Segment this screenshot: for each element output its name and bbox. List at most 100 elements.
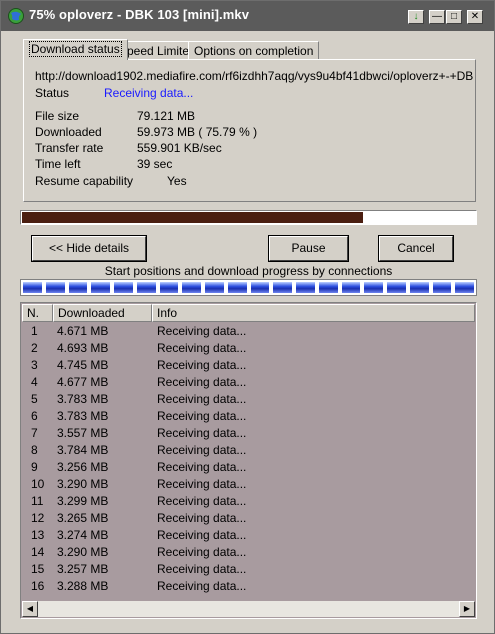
table-row[interactable]: 13 3.274 MB Receiving data... [22, 527, 475, 544]
connection-segment [68, 282, 88, 293]
table-row[interactable]: 10 3.290 MB Receiving data... [22, 476, 475, 493]
connection-info: Receiving data... [157, 460, 247, 474]
connection-number: 1 [31, 324, 38, 338]
maximize-button[interactable]: □ [446, 10, 462, 24]
cancel-button[interactable]: Cancel [378, 235, 454, 262]
connection-info: Receiving data... [157, 579, 247, 593]
connection-info: Receiving data... [157, 426, 247, 440]
connection-number: 13 [31, 528, 45, 542]
connection-info: Receiving data... [157, 528, 247, 542]
connection-segment [432, 282, 452, 293]
connection-segment [250, 282, 270, 293]
connection-downloaded: 3.265 MB [57, 511, 109, 525]
column-header-downloaded[interactable]: Downloaded [53, 304, 152, 322]
download-progress-bar [20, 210, 477, 225]
connection-number: 15 [31, 562, 45, 576]
download-status-panel: http://download1902.mediafire.com/rf6izd… [23, 59, 476, 202]
connection-number: 4 [31, 375, 38, 389]
connection-number: 16 [31, 579, 45, 593]
connection-segment [296, 282, 315, 293]
tab-download-status[interactable]: Download status [23, 39, 128, 60]
file-size-value: 79.121 MB [137, 109, 196, 123]
table-row[interactable]: 6 3.783 MB Receiving data... [22, 408, 475, 425]
title-bar[interactable]: 75% oploverz - DBK 103 [mini].mkv ↓ — □ … [1, 1, 494, 31]
connections-progress-bar [20, 279, 477, 296]
table-row[interactable]: 14 3.290 MB Receiving data... [22, 544, 475, 561]
horizontal-scrollbar[interactable]: ◀ ▶ [22, 601, 475, 617]
table-row[interactable]: 5 3.783 MB Receiving data... [22, 391, 475, 408]
connection-segment [114, 282, 133, 293]
table-row[interactable]: 12 3.265 MB Receiving data... [22, 510, 475, 527]
connection-segment [341, 282, 361, 293]
connection-downloaded: 3.783 MB [57, 409, 109, 423]
scroll-left-icon[interactable]: ◀ [22, 601, 38, 617]
table-row[interactable]: 7 3.557 MB Receiving data... [22, 425, 475, 442]
connections-caption: Start positions and download progress by… [104, 264, 393, 278]
connection-segment [136, 282, 156, 293]
connection-downloaded: 3.256 MB [57, 460, 109, 474]
connection-segment [455, 282, 474, 293]
connection-segment [227, 282, 247, 293]
column-header-info[interactable]: Info [152, 304, 475, 322]
resume-capability-label: Resume capability [35, 174, 134, 188]
connection-downloaded: 4.677 MB [57, 375, 109, 389]
scroll-right-icon[interactable]: ▶ [459, 601, 475, 617]
connection-segment [23, 282, 42, 293]
connection-number: 8 [31, 443, 38, 457]
connection-info: Receiving data... [157, 511, 247, 525]
time-left-label: Time left [35, 157, 81, 171]
connection-number: 12 [31, 511, 45, 525]
tab-options-on-completion[interactable]: Options on completion [188, 41, 320, 60]
connection-segment [387, 282, 406, 293]
connection-info: Receiving data... [157, 358, 247, 372]
close-button[interactable]: ✕ [467, 10, 483, 24]
download-url: http://download1902.mediafire.com/rf6izd… [35, 69, 473, 83]
column-header-number[interactable]: N. [22, 304, 53, 322]
connection-number: 14 [31, 545, 45, 559]
transfer-rate-label: Transfer rate [35, 141, 104, 155]
time-left-value: 39 sec [137, 157, 173, 171]
table-row[interactable]: 11 3.299 MB Receiving data... [22, 493, 475, 510]
connection-segment [45, 282, 65, 293]
table-row[interactable]: 2 4.693 MB Receiving data... [22, 340, 475, 357]
connection-info: Receiving data... [157, 443, 247, 457]
minimize-button[interactable]: — [429, 10, 445, 24]
table-row[interactable]: 1 4.671 MB Receiving data... [22, 323, 475, 340]
file-size-label: File size [35, 109, 80, 123]
table-row[interactable]: 4 4.677 MB Receiving data... [22, 374, 475, 391]
table-row[interactable]: 16 3.288 MB Receiving data... [22, 578, 475, 595]
connection-downloaded: 3.557 MB [57, 426, 109, 440]
connection-number: 5 [31, 392, 38, 406]
download-arrow-icon[interactable]: ↓ [408, 10, 424, 24]
connection-segment [273, 282, 292, 293]
connection-number: 9 [31, 460, 38, 474]
connection-downloaded: 3.290 MB [57, 545, 109, 559]
connection-downloaded: 4.745 MB [57, 358, 109, 372]
table-row[interactable]: 15 3.257 MB Receiving data... [22, 561, 475, 578]
connection-downloaded: 3.784 MB [57, 443, 109, 457]
connection-number: 6 [31, 409, 38, 423]
connection-number: 10 [31, 477, 45, 491]
connection-info: Receiving data... [157, 341, 247, 355]
connection-downloaded: 3.290 MB [57, 477, 109, 491]
pause-button[interactable]: Pause [268, 235, 349, 262]
table-row[interactable]: 9 3.256 MB Receiving data... [22, 459, 475, 476]
connection-segment [409, 282, 429, 293]
connection-info: Receiving data... [157, 545, 247, 559]
table-row[interactable]: 3 4.745 MB Receiving data... [22, 357, 475, 374]
connections-list[interactable]: N. Downloaded Info ◀ ▶ 1 4.671 MB Receivin… [20, 302, 477, 619]
connection-number: 11 [31, 494, 44, 508]
connection-info: Receiving data... [157, 324, 247, 338]
connection-info: Receiving data... [157, 494, 247, 508]
transfer-rate-value: 559.901 KB/sec [137, 141, 222, 155]
progress-fill [22, 212, 363, 223]
connection-downloaded: 3.783 MB [57, 392, 109, 406]
connection-info: Receiving data... [157, 375, 247, 389]
connection-segment [91, 282, 110, 293]
table-row[interactable]: 8 3.784 MB Receiving data... [22, 442, 475, 459]
connection-downloaded: 3.299 MB [57, 494, 109, 508]
connection-info: Receiving data... [157, 409, 247, 423]
connection-number: 2 [31, 341, 38, 355]
hide-details-button[interactable]: << Hide details [31, 235, 147, 262]
connection-number: 3 [31, 358, 38, 372]
